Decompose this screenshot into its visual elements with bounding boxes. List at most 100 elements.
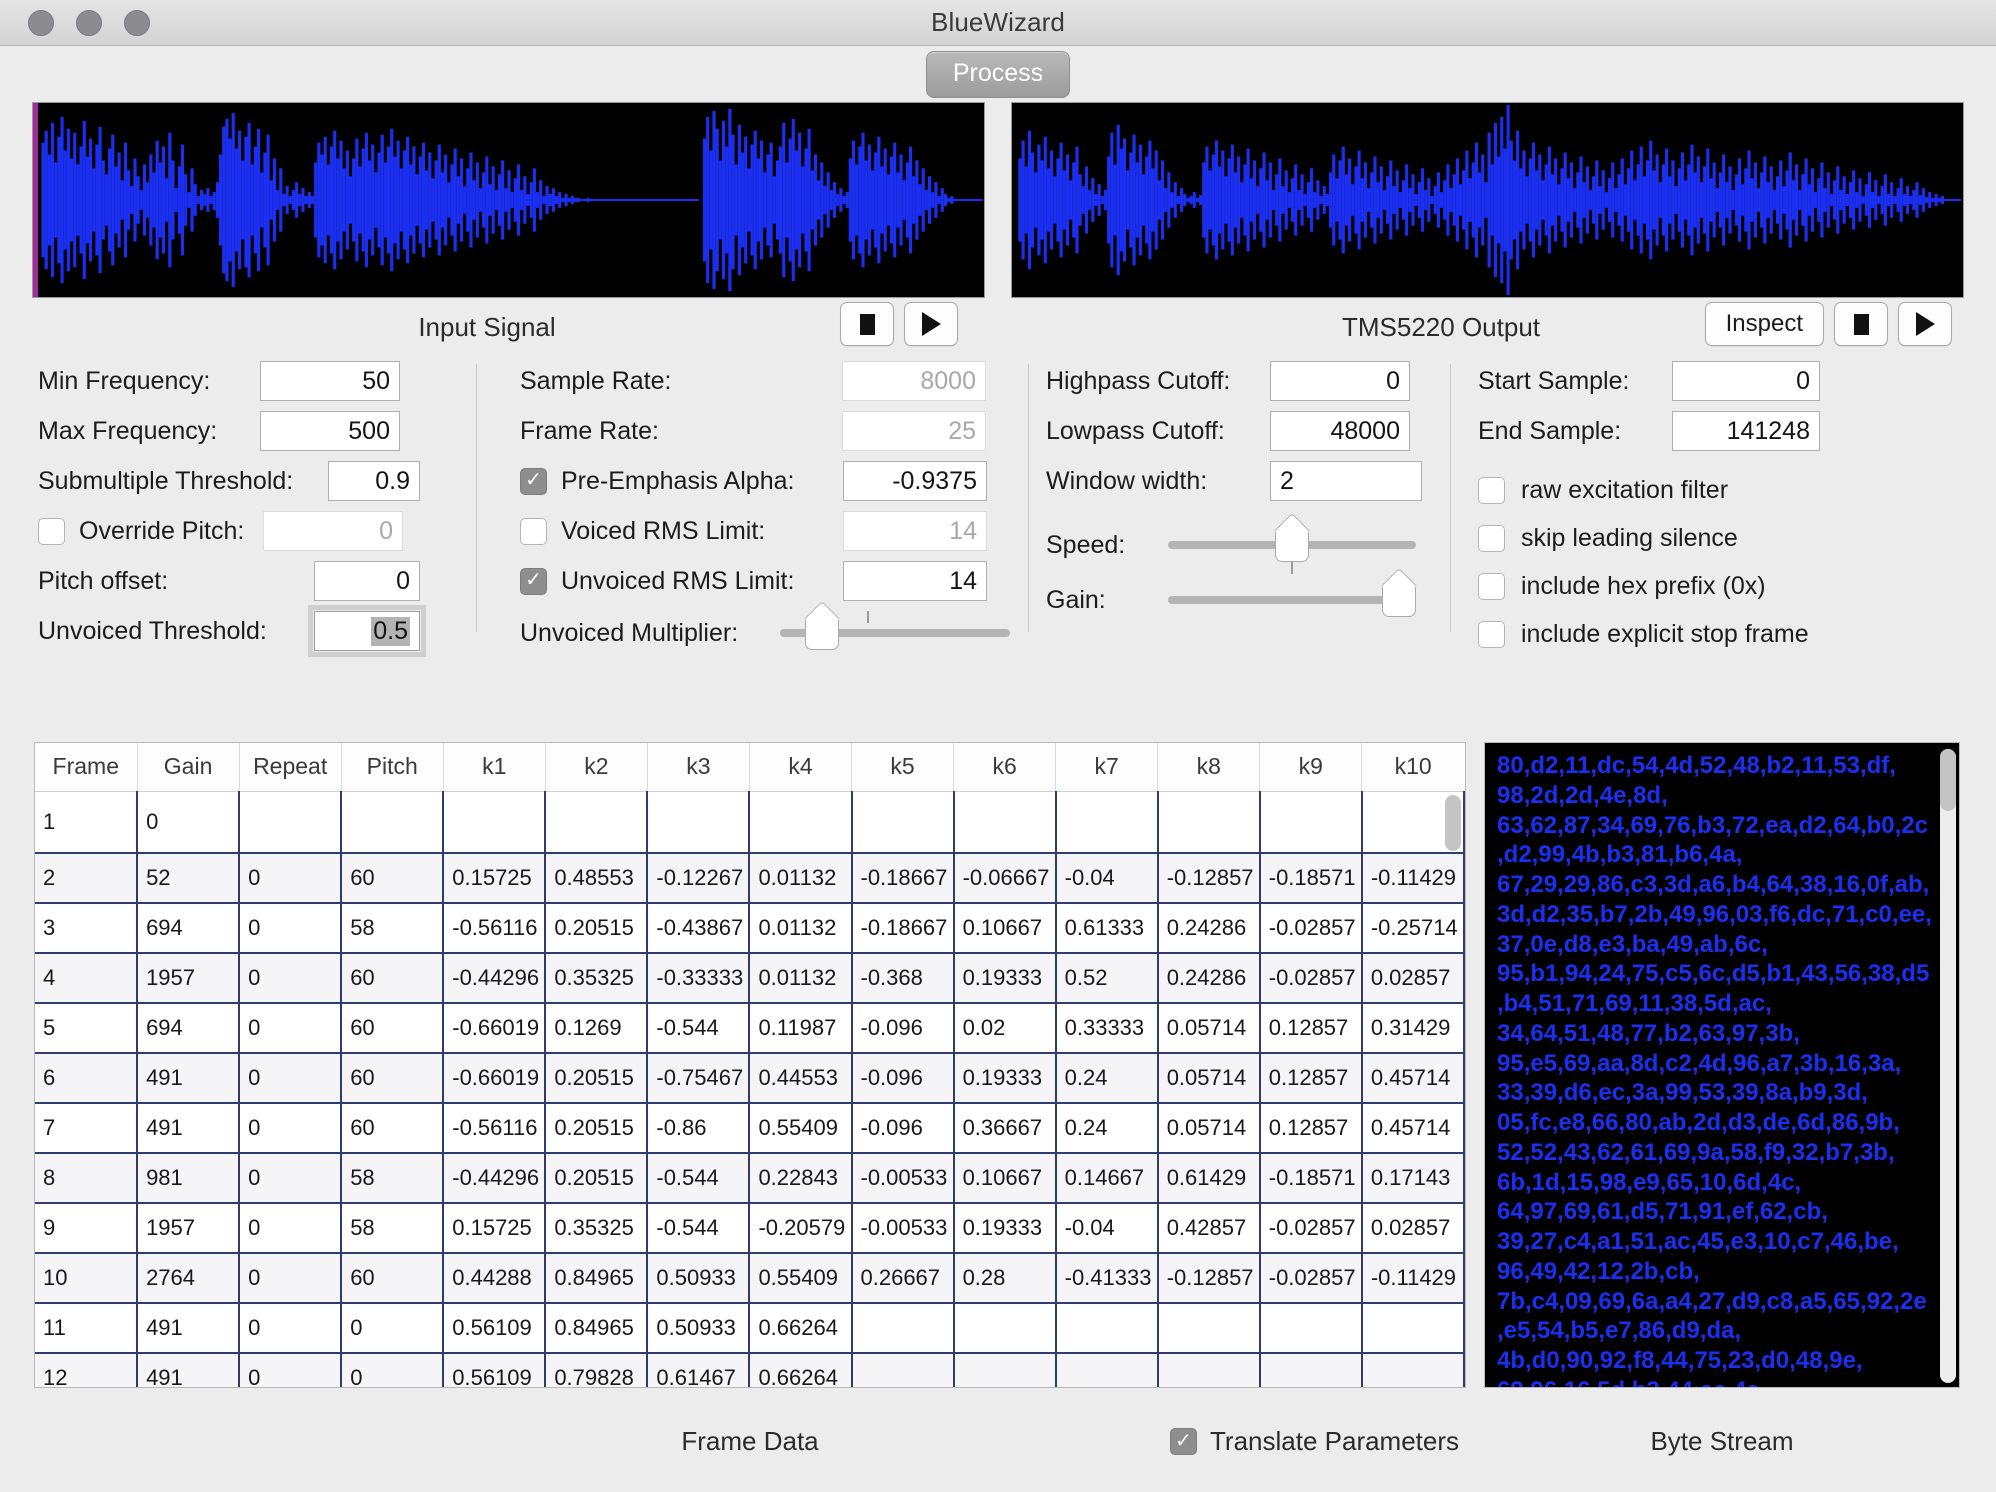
table-cell[interactable]: -0.43867 bbox=[647, 903, 749, 953]
submultiple-threshold-input[interactable]: 0.9 bbox=[328, 461, 420, 501]
min-frequency-input[interactable]: 50 bbox=[260, 361, 400, 401]
table-cell[interactable]: 0 bbox=[239, 1103, 341, 1153]
skip-leading-silence-row[interactable]: skip leading silence bbox=[1478, 514, 1978, 562]
table-cell[interactable] bbox=[1056, 1303, 1158, 1353]
input-waveform-view[interactable] bbox=[32, 102, 985, 298]
table-row[interactable]: 7491060-0.561160.20515-0.860.55409-0.096… bbox=[35, 1103, 1464, 1153]
table-cell[interactable]: 0.22843 bbox=[749, 1153, 851, 1203]
table-cell[interactable]: 0.20515 bbox=[545, 1053, 647, 1103]
table-cell[interactable]: 0.20515 bbox=[545, 903, 647, 953]
table-cell[interactable]: 0.28 bbox=[954, 1253, 1056, 1303]
table-cell[interactable]: -0.86 bbox=[647, 1103, 749, 1153]
table-cell[interactable]: 981 bbox=[137, 1153, 239, 1203]
override-pitch-checkbox[interactable] bbox=[38, 518, 65, 545]
table-cell[interactable]: 0.79828 bbox=[545, 1353, 647, 1388]
include-explicit-stop-frame-checkbox[interactable] bbox=[1478, 621, 1505, 648]
pitch-offset-input[interactable]: 0 bbox=[314, 561, 420, 601]
table-cell[interactable]: -0.02857 bbox=[1260, 1253, 1362, 1303]
table-cell[interactable]: 0.84965 bbox=[545, 1253, 647, 1303]
table-cell[interactable] bbox=[954, 1353, 1056, 1388]
voiced-rms-limit-input[interactable]: 14 bbox=[843, 511, 987, 551]
unvoiced-rms-limit-input[interactable]: 14 bbox=[843, 561, 987, 601]
table-cell[interactable]: 0.44288 bbox=[443, 1253, 545, 1303]
output-stop-button[interactable] bbox=[1834, 302, 1888, 346]
table-cell[interactable]: -0.04 bbox=[1056, 1203, 1158, 1253]
table-cell[interactable]: 0 bbox=[239, 1053, 341, 1103]
table-cell[interactable]: 0.02 bbox=[954, 1003, 1056, 1053]
table-cell[interactable]: 0.01132 bbox=[749, 903, 851, 953]
table-cell[interactable] bbox=[1260, 1353, 1362, 1388]
table-cell[interactable]: 0.19333 bbox=[954, 953, 1056, 1003]
table-cell[interactable]: 0.42857 bbox=[1158, 1203, 1260, 1253]
table-column-header[interactable]: k8 bbox=[1158, 743, 1260, 791]
max-frequency-input[interactable]: 500 bbox=[260, 411, 400, 451]
frame-rate-input[interactable]: 25 bbox=[842, 411, 986, 451]
table-row[interactable]: 919570580.157250.35325-0.544-0.20579-0.0… bbox=[35, 1203, 1464, 1253]
translate-parameters-checkbox[interactable]: ✓ bbox=[1170, 1428, 1197, 1455]
table-column-header[interactable]: Frame bbox=[35, 743, 137, 791]
table-cell[interactable]: 0 bbox=[239, 1203, 341, 1253]
table-cell[interactable]: 0.24 bbox=[1056, 1103, 1158, 1153]
table-cell[interactable]: -0.02857 bbox=[1260, 953, 1362, 1003]
table-cell[interactable]: 0.19333 bbox=[954, 1053, 1056, 1103]
table-cell[interactable] bbox=[852, 1353, 954, 1388]
table-row[interactable]: 2520600.157250.48553-0.122670.01132-0.18… bbox=[35, 853, 1464, 903]
table-cell[interactable] bbox=[852, 791, 954, 853]
table-cell[interactable]: 2 bbox=[35, 853, 137, 903]
table-cell[interactable]: -0.20579 bbox=[749, 1203, 851, 1253]
skip-leading-silence-checkbox[interactable] bbox=[1478, 525, 1505, 552]
table-cell[interactable]: 0.12857 bbox=[1260, 1053, 1362, 1103]
table-cell[interactable]: -0.02857 bbox=[1260, 1203, 1362, 1253]
table-cell[interactable]: 0.10667 bbox=[954, 903, 1056, 953]
table-cell[interactable]: 0.33333 bbox=[1056, 1003, 1158, 1053]
table-cell[interactable]: -0.544 bbox=[647, 1203, 749, 1253]
table-cell[interactable]: 4 bbox=[35, 953, 137, 1003]
table-cell[interactable]: -0.544 bbox=[647, 1003, 749, 1053]
table-cell[interactable] bbox=[341, 791, 443, 853]
table-cell[interactable]: 0.48553 bbox=[545, 853, 647, 903]
table-cell[interactable]: 0.24 bbox=[1056, 1053, 1158, 1103]
table-cell[interactable]: -0.18667 bbox=[852, 903, 954, 953]
table-cell[interactable]: 58 bbox=[341, 1153, 443, 1203]
table-row[interactable]: 3694058-0.561160.20515-0.438670.01132-0.… bbox=[35, 903, 1464, 953]
table-cell[interactable]: -0.75467 bbox=[647, 1053, 749, 1103]
table-cell[interactable]: 0.36667 bbox=[954, 1103, 1056, 1153]
table-cell[interactable]: 58 bbox=[341, 903, 443, 953]
output-play-button[interactable] bbox=[1898, 302, 1952, 346]
table-cell[interactable]: 0.66264 bbox=[749, 1303, 851, 1353]
minimize-button[interactable] bbox=[76, 10, 102, 36]
table-cell[interactable]: 52 bbox=[137, 853, 239, 903]
table-cell[interactable]: -0.33333 bbox=[647, 953, 749, 1003]
table-cell[interactable]: 0.20515 bbox=[545, 1153, 647, 1203]
byte-stream-container[interactable]: 80,d2,11,dc,54,4d,52,48,b2,11,53,df, 98,… bbox=[1484, 742, 1960, 1388]
pre-emphasis-alpha-input[interactable]: -0.9375 bbox=[843, 461, 987, 501]
output-waveform-view[interactable] bbox=[1011, 102, 1964, 298]
raw-excitation-filter-checkbox[interactable] bbox=[1478, 477, 1505, 504]
table-cell[interactable]: 0.61467 bbox=[647, 1353, 749, 1388]
include-hex-prefix-row[interactable]: include hex prefix (0x) bbox=[1478, 562, 1978, 610]
table-cell[interactable] bbox=[1056, 1353, 1158, 1388]
lowpass-cutoff-input[interactable]: 48000 bbox=[1270, 411, 1410, 451]
table-cell[interactable]: 0.52 bbox=[1056, 953, 1158, 1003]
table-cell[interactable]: -0.00533 bbox=[852, 1153, 954, 1203]
table-cell[interactable]: 1957 bbox=[137, 953, 239, 1003]
table-cell[interactable]: 0.01132 bbox=[749, 953, 851, 1003]
table-cell[interactable]: -0.096 bbox=[852, 1053, 954, 1103]
table-cell[interactable]: -0.56116 bbox=[443, 903, 545, 953]
table-cell[interactable]: -0.12857 bbox=[1158, 853, 1260, 903]
table-column-header[interactable]: k3 bbox=[647, 743, 749, 791]
table-cell[interactable]: 0.61333 bbox=[1056, 903, 1158, 953]
table-cell[interactable]: 491 bbox=[137, 1303, 239, 1353]
translate-parameters-row[interactable]: ✓ Translate Parameters bbox=[1170, 1426, 1459, 1457]
table-column-header[interactable]: k1 bbox=[443, 743, 545, 791]
table-cell[interactable]: 491 bbox=[137, 1103, 239, 1153]
table-cell[interactable] bbox=[443, 791, 545, 853]
table-cell[interactable]: -0.544 bbox=[647, 1153, 749, 1203]
table-cell[interactable]: 0.35325 bbox=[545, 953, 647, 1003]
table-cell[interactable]: 0.14667 bbox=[1056, 1153, 1158, 1203]
table-cell[interactable]: 5 bbox=[35, 1003, 137, 1053]
table-cell[interactable]: 0.15725 bbox=[443, 853, 545, 903]
table-cell[interactable]: 0.05714 bbox=[1158, 1103, 1260, 1153]
table-cell[interactable]: 0 bbox=[239, 1303, 341, 1353]
table-row[interactable]: 12491000.561090.798280.614670.66264 bbox=[35, 1353, 1464, 1388]
